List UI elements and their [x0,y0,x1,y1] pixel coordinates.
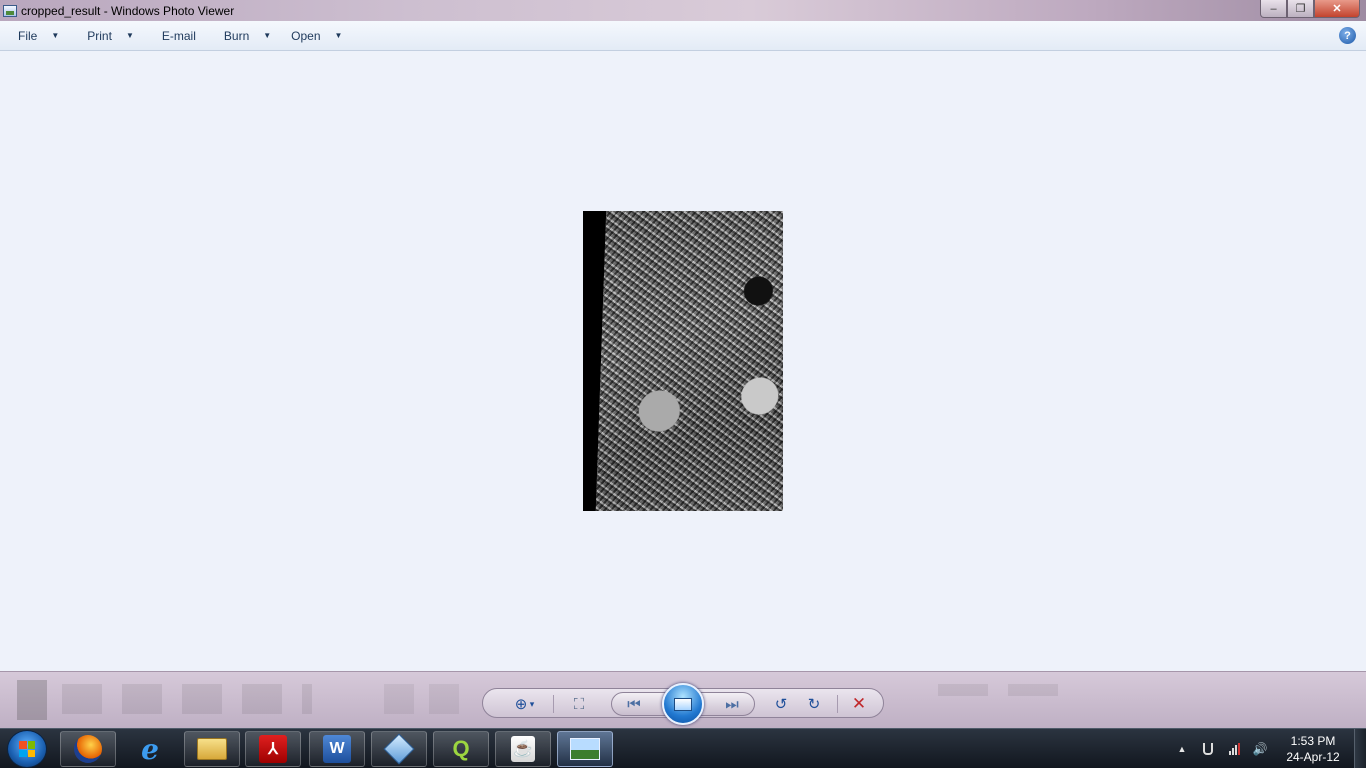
qgis-icon: Q [452,736,470,761]
rotate-clockwise-button[interactable]: ↻ [804,694,824,714]
bottom-toolbar: ⊕ ▾ ⛶ ⏮ ⏭ ↺ ↻ ✕ [0,671,1366,728]
taskbar-adobe-reader[interactable]: ⅄ [245,731,301,767]
taskbar-microsoft-word[interactable]: W [309,731,365,767]
rotate-counterclockwise-button[interactable]: ↺ [771,694,791,714]
image-viewport[interactable] [0,52,1366,671]
network-icon[interactable] [1226,741,1242,757]
print-menu-label: Print [87,28,112,43]
previous-button[interactable]: ⏮ [624,694,644,714]
email-button[interactable]: E-mail [144,21,206,51]
minimize-button[interactable]: ‒ [1260,0,1287,18]
burn-menu-label: Burn [223,28,250,43]
rotate-left-icon: ↺ [774,696,788,713]
chevron-down-icon: ▼ [263,31,272,40]
window-title: cropped_result - Windows Photo Viewer [21,3,235,18]
taskbar-virtualbox[interactable] [371,731,427,767]
separator [837,695,838,713]
help-icon[interactable]: ? [1339,27,1356,44]
window-controls: ‒ ❐ ✕ [1260,0,1360,18]
zoom-dropdown[interactable]: ▾ [527,694,537,714]
system-tray: ▲ 🔊 1:53 PM 24-Apr-12 [1174,729,1366,768]
taskbar: e ⅄ W Q ☕ ▲ 🔊 1:53 PM 24-Apr-12 [0,728,1366,768]
power-plug-icon[interactable] [1200,741,1216,757]
start-button[interactable] [7,730,47,768]
actual-size-button[interactable]: ⛶ [569,694,589,714]
photo-viewer-icon [570,738,600,760]
taskbar-java[interactable]: ☕ [495,731,551,767]
file-menu-label: File [18,28,38,43]
faded-details-left [62,684,312,714]
open-menu[interactable]: Open ▼ [281,21,352,51]
chevron-down-icon: ▼ [334,31,343,40]
magnifier-icon: ⊕ [514,696,528,713]
taskbar-windows-explorer[interactable] [184,731,240,767]
java-icon: ☕ [511,736,535,762]
photo-viewer-icon [3,4,17,17]
internet-explorer-icon: e [141,732,159,766]
skip-back-icon: ⏮ [627,695,641,713]
skip-forward-icon: ⏭ [725,695,739,713]
windows-logo-icon [19,741,35,757]
separator [553,695,554,713]
show-desktop-button[interactable] [1354,729,1366,768]
faded-details-right [938,684,1068,696]
taskbar-firefox[interactable] [60,731,116,767]
chevron-down-icon: ▼ [51,31,60,40]
slideshow-button[interactable] [662,683,704,725]
taskbar-internet-explorer[interactable]: e [122,731,178,767]
faded-details-mid [384,684,474,714]
clock-date: 24-Apr-12 [1286,750,1340,764]
actual-size-icon: ⛶ [573,695,585,713]
delete-icon: ✕ [851,694,867,713]
clock-time: 1:53 PM [1290,734,1336,748]
show-hidden-icons-button[interactable]: ▲ [1174,741,1190,757]
folder-icon [197,738,227,760]
print-menu[interactable]: Print ▼ [69,21,144,51]
email-label: E-mail [161,28,196,43]
menu-bar: File ▼ Print ▼ E-mail Burn ▼ Open ▼ ? [0,21,1366,51]
open-menu-label: Open [291,28,321,43]
firefox-icon [74,735,102,763]
adobe-reader-icon: ⅄ [259,735,287,763]
chevron-down-icon: ▼ [125,31,134,40]
system-clock[interactable]: 1:53 PM 24-Apr-12 [1278,733,1348,765]
image-thumbnail [17,680,47,720]
slideshow-icon [674,697,692,711]
title-bar[interactable]: cropped_result - Windows Photo Viewer ‒ … [0,0,1366,21]
file-menu[interactable]: File ▼ [0,21,69,51]
close-button[interactable]: ✕ [1314,0,1360,18]
delete-button[interactable]: ✕ [849,694,869,714]
taskbar-windows-photo-viewer[interactable] [557,731,613,767]
volume-icon[interactable]: 🔊 [1252,741,1268,757]
rotate-right-icon: ↻ [807,696,821,713]
burn-menu[interactable]: Burn ▼ [206,21,281,51]
displayed-photo [583,211,783,511]
next-button[interactable]: ⏭ [722,694,742,714]
playback-controls: ⊕ ▾ ⛶ ⏮ ⏭ ↺ ↻ ✕ [482,683,884,725]
restore-button[interactable]: ❐ [1287,0,1314,18]
microsoft-word-icon: W [323,735,351,763]
aerial-photo-image [595,211,783,511]
taskbar-qgis[interactable]: Q [433,731,489,767]
virtualbox-icon [383,733,415,765]
